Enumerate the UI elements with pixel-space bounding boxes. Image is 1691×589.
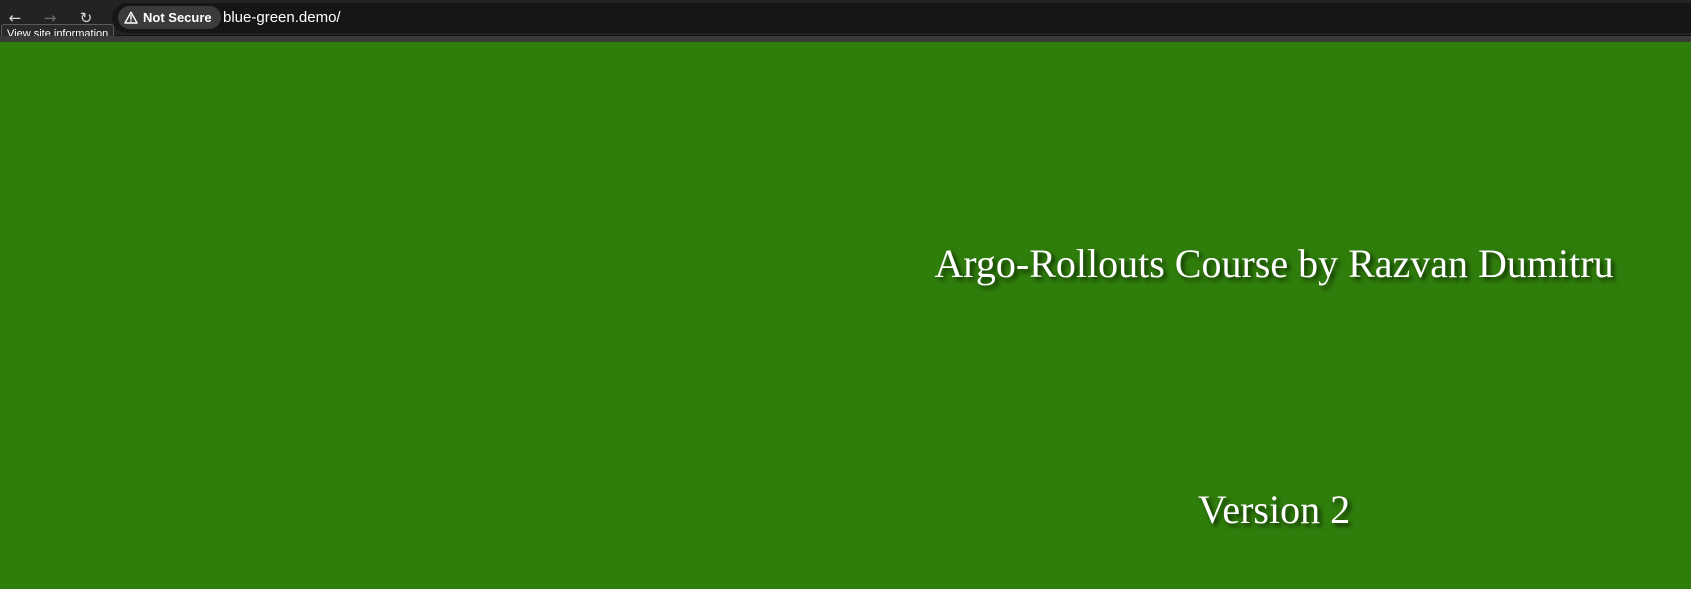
url-text[interactable]: blue-green.demo/	[223, 9, 341, 27]
address-bar[interactable]	[112, 3, 1691, 33]
version-label: Version 2	[1197, 487, 1351, 532]
page-content: Argo-Rollouts Course by Razvan Dumitru V…	[0, 42, 1691, 589]
warning-triangle-icon	[124, 11, 138, 24]
site-information-button[interactable]: Not Secure	[118, 6, 221, 29]
course-title: Argo-Rollouts Course by Razvan Dumitru	[934, 241, 1614, 286]
browser-toolbar: ← → ↻ Not Secure blue-green.demo/ View s…	[0, 0, 1691, 44]
not-secure-label: Not Secure	[143, 10, 212, 25]
